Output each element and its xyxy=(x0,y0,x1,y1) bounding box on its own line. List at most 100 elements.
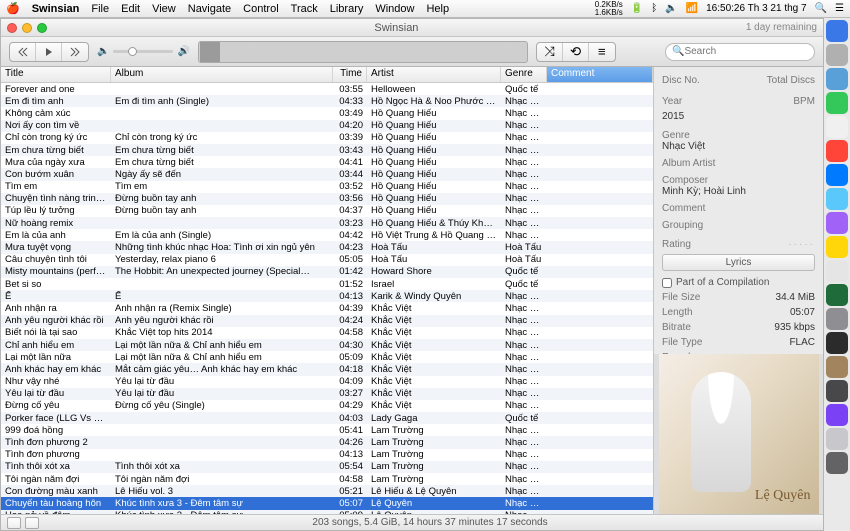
track-row[interactable]: Nữ hoàng remix03:23Hồ Quang Hiếu & Thúy … xyxy=(1,217,653,229)
track-row[interactable]: Em là của anhEm là của anh (Single)04:42… xyxy=(1,229,653,241)
compilation-checkbox[interactable] xyxy=(662,278,672,288)
spotlight-icon[interactable]: 🔍 xyxy=(815,3,827,14)
col-artist[interactable]: Artist xyxy=(367,67,501,82)
track-row[interactable]: Yêu lại từ đầuYêu lại từ đầu03:27Khắc Vi… xyxy=(1,388,653,400)
track-row[interactable]: Anh yêu người khác rồiAnh yêu người khác… xyxy=(1,315,653,327)
view-toggle-icon[interactable] xyxy=(25,517,39,529)
track-row[interactable]: Con bướm xuânNgày ấy sẽ đến03:44Hồ Quang… xyxy=(1,168,653,180)
track-row[interactable]: Tình đơn phương 204:26Lam TrườngNhạc Việ… xyxy=(1,436,653,448)
app-menu[interactable]: Swinsian xyxy=(32,3,80,15)
track-row[interactable]: ẾẾ04:13Karik & Windy QuyênNhạc Việt xyxy=(1,290,653,302)
bluetooth-icon[interactable]: ᛒ xyxy=(651,3,657,14)
dock-app-icon[interactable] xyxy=(826,452,848,474)
genre-value: Nhạc Việt xyxy=(662,141,815,152)
track-row[interactable]: Đừng cố yêuĐừng cố yêu (Single)04:29Khắc… xyxy=(1,400,653,412)
track-row[interactable]: Nơi ấy con tìm về04:20Hồ Quang HiếuNhạc … xyxy=(1,120,653,132)
dock-app-icon[interactable] xyxy=(826,308,848,330)
zoom-button[interactable] xyxy=(37,23,47,33)
prev-button[interactable] xyxy=(10,43,36,61)
track-row[interactable]: Em đi tìm anhEm đi tìm anh (Single)04:33… xyxy=(1,95,653,107)
col-title[interactable]: Title xyxy=(1,67,111,82)
comment-label: Comment xyxy=(662,203,815,214)
track-row[interactable]: Chỉ anh hiểu emLại một lần nữa & Chỉ anh… xyxy=(1,339,653,351)
track-row[interactable]: Không cảm xúc03:49Hồ Quang HiếuNhạc Việt xyxy=(1,107,653,119)
track-row[interactable]: Mưa tuyệt vọngNhững tình khúc nhạc Hoa: … xyxy=(1,241,653,253)
artwork-toggle-icon[interactable] xyxy=(7,517,21,529)
track-row[interactable]: Tình thôi xót xaTình thôi xót xa05:54Lam… xyxy=(1,461,653,473)
menu-track[interactable]: Track xyxy=(291,3,318,15)
dock-app-icon[interactable] xyxy=(826,236,848,258)
search-input[interactable] xyxy=(684,46,808,57)
track-row[interactable]: Như vậy nhéYêu lại từ đầu04:09Khắc ViệtN… xyxy=(1,376,653,388)
lyrics-button[interactable]: Lyrics xyxy=(662,254,815,271)
repeat-button[interactable]: ⟲ xyxy=(563,43,589,61)
menu-control[interactable]: Control xyxy=(243,3,278,15)
track-row[interactable]: Em chưa từng biếtEm chưa từng biết03:43H… xyxy=(1,144,653,156)
dock-app-icon[interactable] xyxy=(826,20,848,42)
dock-app-icon[interactable] xyxy=(826,188,848,210)
track-row[interactable]: Misty mountains (performe…The Hobbit: An… xyxy=(1,266,653,278)
dock-app-icon[interactable] xyxy=(826,356,848,378)
track-row[interactable]: Con đường màu xanhLê Hiếu vol. 305:21Lê … xyxy=(1,485,653,497)
dock-app-icon[interactable] xyxy=(826,68,848,90)
dock-app-icon[interactable] xyxy=(826,92,848,114)
track-row[interactable]: Porker face (LLG Vs GLG Ra…04:03Lady Gag… xyxy=(1,412,653,424)
notification-center-icon[interactable]: ☰ xyxy=(835,3,844,14)
dock-app-icon[interactable] xyxy=(826,140,848,162)
col-genre[interactable]: Genre xyxy=(501,67,547,82)
dock-app-icon[interactable] xyxy=(826,428,848,450)
track-row[interactable]: 999 đoá hồng05:41Lam TrườngNhạc Việt xyxy=(1,424,653,436)
track-row[interactable]: Lại một lần nữaLại một lần nữa & Chỉ anh… xyxy=(1,351,653,363)
play-button[interactable] xyxy=(36,43,62,61)
menu-help[interactable]: Help xyxy=(426,3,449,15)
dock-app-icon[interactable] xyxy=(826,164,848,186)
dock-app-icon[interactable] xyxy=(826,116,848,138)
search-field[interactable]: 🔍 xyxy=(665,43,815,61)
col-album[interactable]: Album xyxy=(111,67,333,82)
track-row[interactable]: Chuyện tình nàng trinh nữ…Đừng buồn tay … xyxy=(1,193,653,205)
shuffle-button[interactable]: ⤨ xyxy=(537,43,563,61)
minimize-button[interactable] xyxy=(22,23,32,33)
rating-label: Rating xyxy=(662,239,691,250)
menu-file[interactable]: File xyxy=(91,3,109,15)
battery-icon[interactable]: 🔋 xyxy=(631,3,643,14)
track-row[interactable]: Tìm emTìm em03:52Hồ Quang HiếuNhạc Việt xyxy=(1,181,653,193)
dock-app-icon[interactable] xyxy=(826,380,848,402)
menu-navigate[interactable]: Navigate xyxy=(188,3,231,15)
menu-window[interactable]: Window xyxy=(375,3,414,15)
col-comment[interactable]: Comment xyxy=(547,67,653,82)
rating-stars[interactable]: ····· xyxy=(788,239,815,250)
volume-icon[interactable]: 🔈 xyxy=(665,3,677,14)
volume-slider[interactable]: 🔈 🔊 xyxy=(97,46,190,57)
track-rows[interactable]: Forever and one03:55HelloweenQuốc tếEm đ… xyxy=(1,83,653,514)
track-row[interactable]: Bet si so01:52IsraelQuốc tế xyxy=(1,278,653,290)
next-button[interactable] xyxy=(62,43,88,61)
track-row[interactable]: Túp lều lý tưởngĐừng buồn tay anh04:37Hồ… xyxy=(1,205,653,217)
apple-icon[interactable]: 🍎 xyxy=(6,2,20,15)
col-time[interactable]: Time xyxy=(333,67,367,82)
track-row[interactable]: Chỉ còn trong ký ứcChỉ còn trong ký ức03… xyxy=(1,132,653,144)
dock-app-icon[interactable] xyxy=(826,44,848,66)
menu-edit[interactable]: Edit xyxy=(121,3,140,15)
track-row[interactable]: Câu chuyện tình tôiYesterday, relax pian… xyxy=(1,254,653,266)
menu-view[interactable]: View xyxy=(152,3,176,15)
track-row[interactable]: Biết nói là tại saoKhắc Việt top hits 20… xyxy=(1,327,653,339)
track-row[interactable]: Tình đơn phương04:13Lam TrườngNhạc Việt xyxy=(1,449,653,461)
dock-app-icon[interactable] xyxy=(826,260,848,282)
track-row[interactable]: Anh khác hay em khácMắt cảm giác yêu… An… xyxy=(1,363,653,375)
track-row[interactable]: Chuyến tàu hoàng hônKhúc tình xưa 3 - Đê… xyxy=(1,497,653,509)
menu-library[interactable]: Library xyxy=(330,3,364,15)
track-row[interactable]: Forever and one03:55HelloweenQuốc tế xyxy=(1,83,653,95)
track-row[interactable]: Tôi ngàn năm đợiTôi ngàn năm đợi04:58Lam… xyxy=(1,473,653,485)
wifi-icon[interactable]: 📶 xyxy=(686,3,698,14)
dock-app-icon[interactable] xyxy=(826,332,848,354)
clock[interactable]: 16:50:26 Th 3 21 thg 7 xyxy=(706,3,806,14)
equalizer-button[interactable]: ≡ xyxy=(589,43,615,61)
dock-app-icon[interactable] xyxy=(826,284,848,306)
close-button[interactable] xyxy=(7,23,17,33)
track-row[interactable]: Anh nhận raAnh nhận ra (Remix Single)04:… xyxy=(1,302,653,314)
toolbar: 🔈 🔊 ⤨ ⟲ ≡ 🔍 xyxy=(1,37,823,67)
dock-app-icon[interactable] xyxy=(826,404,848,426)
track-row[interactable]: Mưa của ngày xưaEm chưa từng biết04:41Hồ… xyxy=(1,156,653,168)
dock-app-icon[interactable] xyxy=(826,212,848,234)
